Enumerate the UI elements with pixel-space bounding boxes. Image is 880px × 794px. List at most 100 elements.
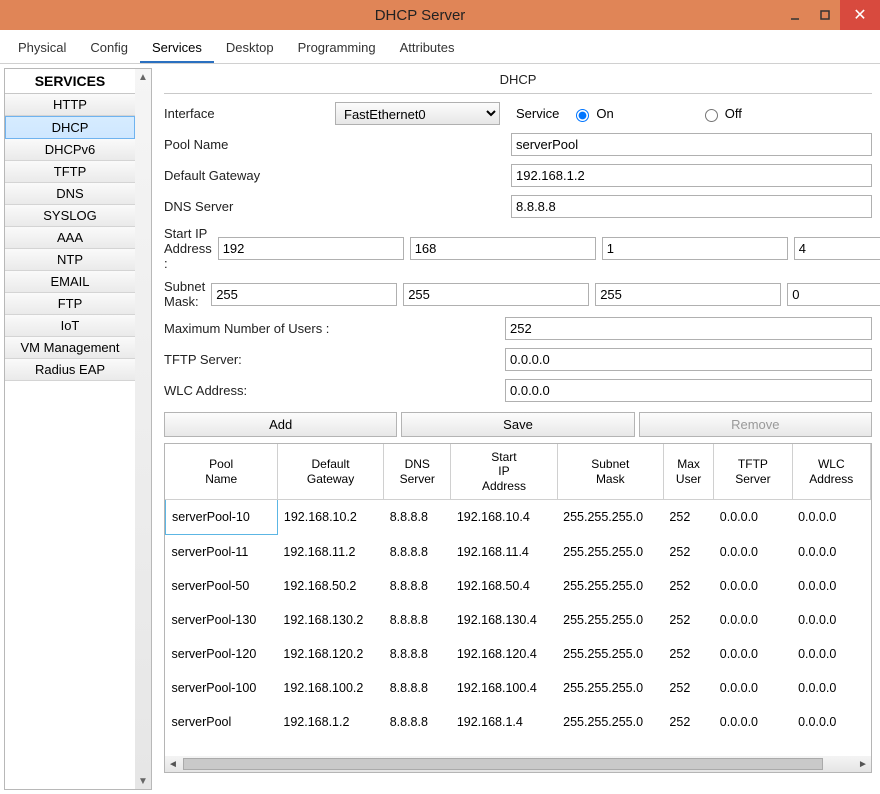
tab-desktop[interactable]: Desktop [214, 34, 286, 63]
table-cell: 192.168.1.2 [277, 705, 383, 739]
table-cell: 0.0.0.0 [714, 569, 792, 603]
interface-select[interactable]: FastEthernet0 [335, 102, 500, 125]
tab-physical[interactable]: Physical [6, 34, 78, 63]
table-cell: 0.0.0.0 [792, 569, 870, 603]
remove-button[interactable]: Remove [639, 412, 872, 437]
table-row[interactable]: serverPool-130192.168.130.28.8.8.8192.16… [166, 603, 871, 637]
service-off-radio[interactable]: Off [700, 106, 742, 122]
table-cell: 8.8.8.8 [384, 637, 451, 671]
sidebar-item-dns[interactable]: DNS [5, 183, 135, 205]
sidebar-item-ntp[interactable]: NTP [5, 249, 135, 271]
subnet-octet-1[interactable] [211, 283, 397, 306]
default-gateway-label: Default Gateway [164, 168, 329, 183]
table-cell: 192.168.100.2 [277, 671, 383, 705]
sidebar-item-dhcpv6[interactable]: DHCPv6 [5, 139, 135, 161]
max-users-label: Maximum Number of Users : [164, 321, 499, 336]
start-ip-octet-1[interactable] [218, 237, 404, 260]
table-cell: serverPool-10 [166, 500, 278, 535]
column-header[interactable]: WLCAddress [792, 444, 870, 500]
tab-attributes[interactable]: Attributes [388, 34, 467, 63]
table-cell: 255.255.255.0 [557, 569, 663, 603]
table-cell: 192.168.50.2 [277, 569, 383, 603]
table-horizontal-scrollbar[interactable]: ◄ ► [165, 756, 871, 772]
table-row[interactable]: serverPool-11192.168.11.28.8.8.8192.168.… [166, 535, 871, 570]
interface-label: Interface [164, 106, 329, 121]
table-cell: 252 [663, 535, 713, 570]
dns-server-label: DNS Server [164, 199, 329, 214]
sidebar-item-ftp[interactable]: FTP [5, 293, 135, 315]
subnet-octet-2[interactable] [403, 283, 589, 306]
maximize-button[interactable] [810, 3, 840, 27]
tab-programming[interactable]: Programming [286, 34, 388, 63]
scroll-down-icon[interactable]: ▼ [135, 773, 151, 789]
subnet-octet-4[interactable] [787, 283, 880, 306]
table-cell: 255.255.255.0 [557, 535, 663, 570]
sidebar-item-dhcp[interactable]: DHCP [5, 116, 135, 139]
sidebar-item-http[interactable]: HTTP [5, 94, 135, 116]
table-row[interactable]: serverPool-50192.168.50.28.8.8.8192.168.… [166, 569, 871, 603]
scroll-up-icon[interactable]: ▲ [135, 69, 151, 85]
table-cell: 192.168.11.4 [451, 535, 557, 570]
wlc-address-label: WLC Address: [164, 383, 499, 398]
service-on-radio[interactable]: On [571, 106, 613, 122]
table-cell: 0.0.0.0 [792, 705, 870, 739]
pool-name-label: Pool Name [164, 137, 329, 152]
table-cell: serverPool-120 [166, 637, 278, 671]
table-cell: 252 [663, 637, 713, 671]
table-cell: 252 [663, 569, 713, 603]
table-cell: 0.0.0.0 [714, 637, 792, 671]
minimize-button[interactable] [780, 3, 810, 27]
column-header[interactable]: DefaultGateway [277, 444, 383, 500]
tab-services[interactable]: Services [140, 34, 214, 63]
sidebar-item-aaa[interactable]: AAA [5, 227, 135, 249]
wlc-address-input[interactable] [505, 379, 872, 402]
table-row[interactable]: serverPool-120192.168.120.28.8.8.8192.16… [166, 637, 871, 671]
scroll-left-icon[interactable]: ◄ [165, 756, 181, 772]
sidebar-item-iot[interactable]: IoT [5, 315, 135, 337]
sidebar-scrollbar[interactable]: ▲ ▼ [135, 69, 151, 789]
column-header[interactable]: PoolName [166, 444, 278, 500]
sidebar-item-tftp[interactable]: TFTP [5, 161, 135, 183]
sidebar-item-email[interactable]: EMAIL [5, 271, 135, 293]
max-users-input[interactable] [505, 317, 872, 340]
subnet-octet-3[interactable] [595, 283, 781, 306]
table-cell: serverPool-50 [166, 569, 278, 603]
pool-name-input[interactable] [511, 133, 872, 156]
scroll-right-icon[interactable]: ► [855, 756, 871, 772]
table-cell: 0.0.0.0 [714, 603, 792, 637]
default-gateway-input[interactable] [511, 164, 872, 187]
table-row[interactable]: serverPool-10192.168.10.28.8.8.8192.168.… [166, 500, 871, 535]
sidebar-item-syslog[interactable]: SYSLOG [5, 205, 135, 227]
column-header[interactable]: TFTPServer [714, 444, 792, 500]
tab-config[interactable]: Config [78, 34, 140, 63]
column-header[interactable]: MaxUser [663, 444, 713, 500]
table-cell: 252 [663, 671, 713, 705]
table-cell: 0.0.0.0 [714, 500, 792, 535]
save-button[interactable]: Save [401, 412, 634, 437]
table-cell: serverPool-100 [166, 671, 278, 705]
column-header[interactable]: StartIPAddress [451, 444, 557, 500]
column-header[interactable]: SubnetMask [557, 444, 663, 500]
table-row[interactable]: serverPool-100192.168.100.28.8.8.8192.16… [166, 671, 871, 705]
start-ip-octet-3[interactable] [602, 237, 788, 260]
table-cell: 8.8.8.8 [384, 603, 451, 637]
tftp-server-input[interactable] [505, 348, 872, 371]
sidebar-item-vm-management[interactable]: VM Management [5, 337, 135, 359]
start-ip-octet-4[interactable] [794, 237, 880, 260]
sidebar-item-radius-eap[interactable]: Radius EAP [5, 359, 135, 381]
table-cell: 0.0.0.0 [714, 671, 792, 705]
add-button[interactable]: Add [164, 412, 397, 437]
start-ip-octet-2[interactable] [410, 237, 596, 260]
table-cell: 255.255.255.0 [557, 500, 663, 535]
tftp-server-label: TFTP Server: [164, 352, 499, 367]
scrollbar-thumb[interactable] [183, 758, 823, 770]
tab-bar: PhysicalConfigServicesDesktopProgramming… [0, 30, 880, 64]
column-header[interactable]: DNSServer [384, 444, 451, 500]
table-cell: 8.8.8.8 [384, 535, 451, 570]
table-cell: 0.0.0.0 [792, 603, 870, 637]
page-title: DHCP [164, 70, 872, 94]
table-cell: 192.168.120.2 [277, 637, 383, 671]
close-button[interactable]: ✕ [840, 0, 880, 30]
dns-server-input[interactable] [511, 195, 872, 218]
table-row[interactable]: serverPool192.168.1.28.8.8.8192.168.1.42… [166, 705, 871, 739]
